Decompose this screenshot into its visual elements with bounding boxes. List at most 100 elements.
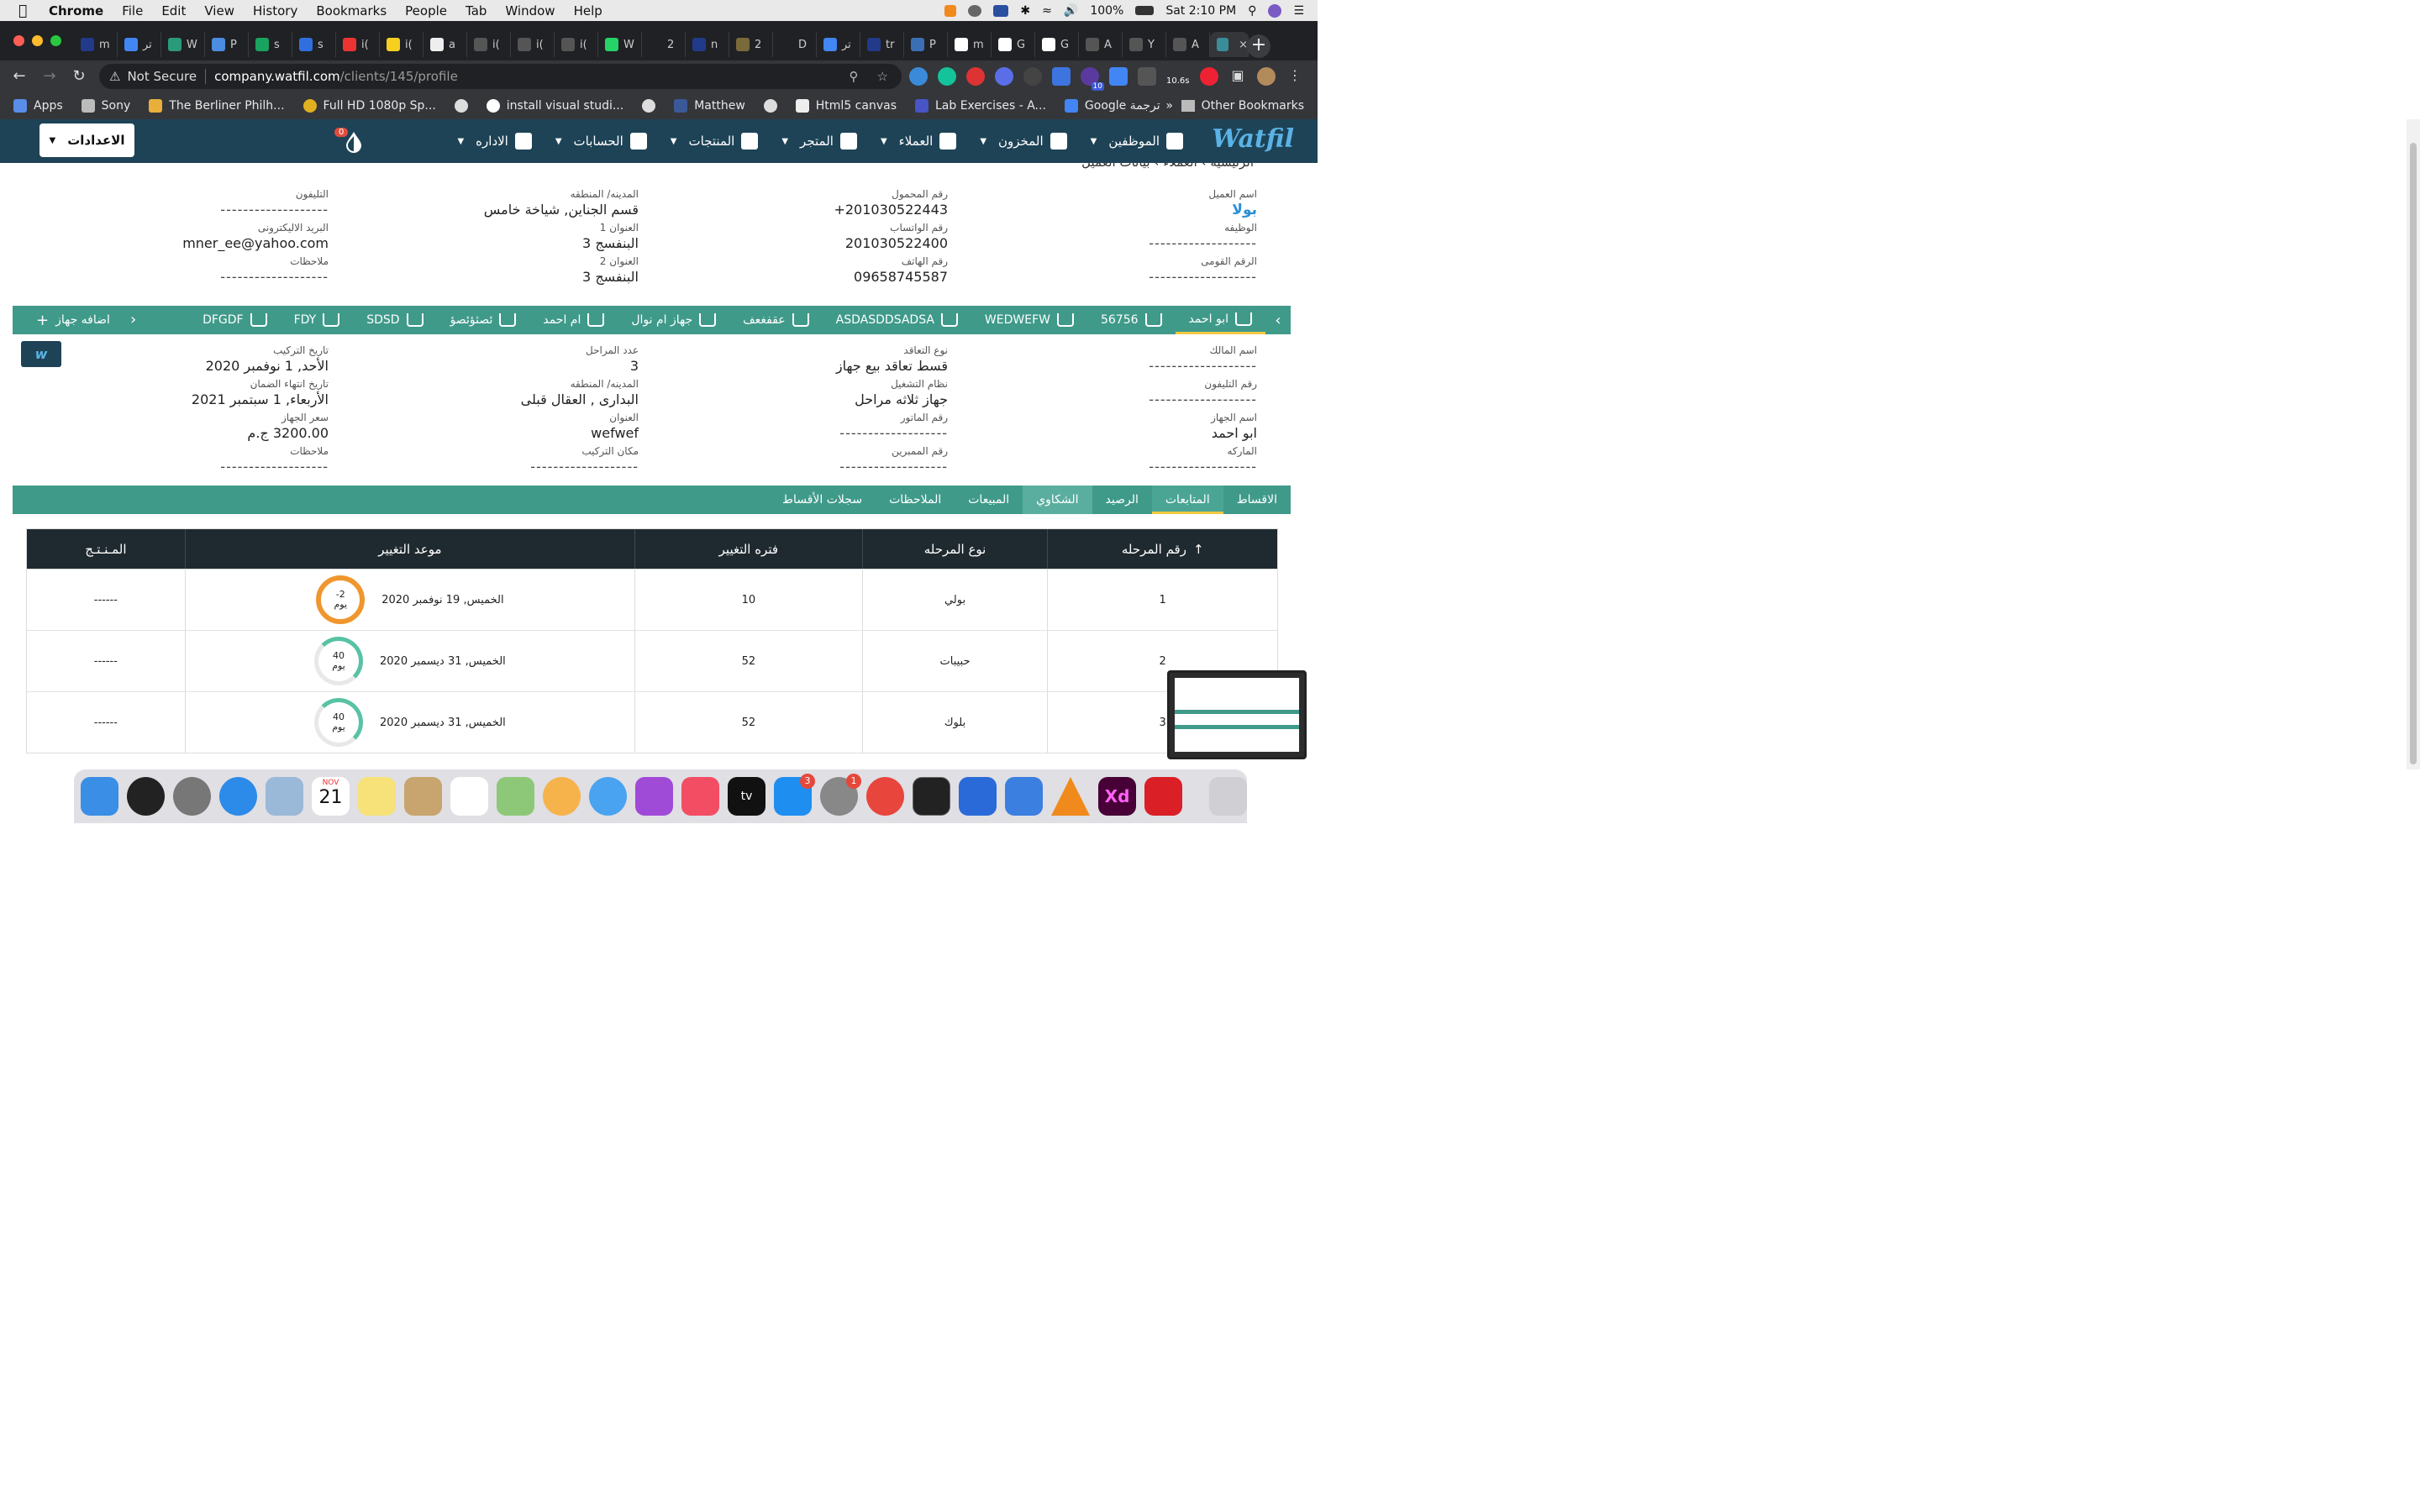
browser-tab[interactable]: m <box>948 32 992 57</box>
trash-icon[interactable] <box>1209 777 1248 816</box>
menu-edit[interactable]: Edit <box>161 3 186 18</box>
system-preferences-icon[interactable]: 1 <box>820 774 861 816</box>
creative-cloud-status-icon[interactable] <box>968 4 982 17</box>
browser-tab[interactable]: 2 <box>642 32 686 57</box>
tab-complaints[interactable]: الشكاوي <box>1023 486 1092 514</box>
device-tab[interactable]: ابو احمد <box>1175 306 1265 334</box>
record-icon[interactable] <box>1200 67 1218 86</box>
nav-employees[interactable]: الموظفين ▼ <box>1091 133 1183 150</box>
bookmark-install-vs[interactable]: install visual studi... <box>486 99 623 113</box>
other-bookmarks[interactable]: Other Bookmarks <box>1181 99 1304 113</box>
warning-icon[interactable]: ⚠ <box>109 69 120 84</box>
launchpad-icon[interactable] <box>173 777 211 816</box>
xcode-icon[interactable] <box>959 777 997 816</box>
chrome-icon[interactable] <box>866 777 904 816</box>
nav-accounts[interactable]: الحسابات ▼ <box>555 133 647 150</box>
browser-tab[interactable]: Y <box>1123 32 1166 57</box>
block-icon[interactable] <box>966 67 985 86</box>
xcode-tools-icon[interactable] <box>1005 777 1044 816</box>
extension-globe-icon[interactable] <box>909 67 928 86</box>
finder-icon[interactable] <box>81 777 118 816</box>
back-icon[interactable]: ← <box>10 67 29 86</box>
add-device-button[interactable]: اضافه جهاز + <box>36 306 110 334</box>
grammarly-icon[interactable] <box>938 67 956 86</box>
more-menu-icon[interactable]: ⋮ <box>1286 67 1304 86</box>
browser-tab[interactable]: i( <box>555 32 598 57</box>
nav-administration[interactable]: الاداره ▼ <box>457 133 532 150</box>
nav-clients[interactable]: العملاء ▼ <box>881 133 957 150</box>
bookmark-matthew[interactable]: Matthew <box>674 99 745 113</box>
user-avatar-icon[interactable] <box>1268 3 1282 18</box>
music-icon[interactable] <box>681 777 719 816</box>
browser-tab[interactable]: n <box>686 32 729 57</box>
bookmark-globe-2[interactable] <box>642 99 656 113</box>
column-stage-number[interactable]: ↑ رقم المرحله <box>1047 529 1277 569</box>
bookmark-star-icon[interactable]: ☆ <box>877 69 888 84</box>
extension-badge-icon[interactable]: 10 <box>1081 67 1104 91</box>
column-change-date[interactable]: موعد التغيير <box>184 529 634 569</box>
apple-tv-icon[interactable]: tv <box>728 777 765 816</box>
zoom-window-button[interactable] <box>50 35 61 46</box>
forward-icon[interactable]: → <box>40 67 59 86</box>
bookmark-globe-1[interactable] <box>454 99 468 113</box>
reload-icon[interactable]: ↻ <box>70 67 88 86</box>
podcasts-icon[interactable] <box>635 777 673 816</box>
creative-cloud-icon[interactable] <box>1144 777 1183 816</box>
browser-tab[interactable]: G <box>992 32 1035 57</box>
tab-installment-records[interactable]: سجلات الأقساط <box>769 486 876 514</box>
watfil-logo[interactable]: Watfil <box>1212 124 1294 154</box>
battery-icon[interactable] <box>1135 6 1155 15</box>
vlc-icon[interactable] <box>1051 777 1091 816</box>
menu-people[interactable]: People <box>405 3 447 18</box>
notes-icon[interactable] <box>358 777 396 816</box>
bookmark-lab[interactable]: Lab Exercises - A... <box>915 99 1046 113</box>
chevron-right-icon[interactable]: › <box>1265 312 1291 329</box>
table-row[interactable]: 1 بولي 10 الخميس, 19 نوفمبر 2020 -2 يوم -… <box>27 569 1277 630</box>
browser-tab[interactable]: 2 <box>729 32 773 57</box>
bluetooth-icon[interactable]: ✱ <box>1020 4 1030 18</box>
check-icon[interactable] <box>995 67 1013 86</box>
address-bar[interactable]: ⚠ Not Secure company.watfil.com/clients/… <box>99 64 902 89</box>
close-window-button[interactable] <box>13 35 24 46</box>
browser-tab[interactable]: i( <box>380 32 424 57</box>
wifi-icon[interactable]: ≈ <box>1042 4 1052 18</box>
zoom-icon[interactable]: ⚲ <box>850 69 859 84</box>
chevron-left-icon[interactable]: ‹ <box>130 311 136 328</box>
sort-arrow-icon[interactable]: ↑ <box>1193 542 1204 557</box>
menu-view[interactable]: View <box>204 3 234 18</box>
browser-tab[interactable]: A <box>1166 32 1210 57</box>
device-tab[interactable]: ام احمد <box>529 306 618 334</box>
puzzle-icon[interactable]: ▣ <box>1228 67 1247 86</box>
security-label[interactable]: Not Secure <box>127 69 197 84</box>
browser-tab[interactable]: W <box>598 32 642 57</box>
device-tab[interactable]: WEDWEFW <box>971 306 1087 334</box>
bracket-icon[interactable] <box>1052 67 1071 86</box>
settings-button[interactable]: الاعدادات ▼ <box>39 123 134 157</box>
tab-balance[interactable]: الرصيد <box>1092 486 1152 514</box>
siri-icon[interactable] <box>127 777 165 816</box>
column-product[interactable]: المـنـتـج <box>27 529 185 569</box>
pen-icon[interactable] <box>1023 67 1042 86</box>
more-bookmarks-icon[interactable]: » <box>1165 99 1173 113</box>
browser-tab[interactable]: G <box>1035 32 1079 57</box>
bookmark-berliner[interactable]: The Berliner Philh... <box>149 99 285 113</box>
device-tab[interactable]: ASDASDDSADSA <box>823 306 971 334</box>
messages-icon[interactable] <box>589 777 627 816</box>
profile-avatar[interactable] <box>1257 67 1276 86</box>
mail-icon[interactable] <box>266 777 303 816</box>
browser-tab[interactable]: × <box>1210 32 1249 57</box>
tab-installments[interactable]: الاقساط <box>1223 486 1291 514</box>
screenshot-preview-thumbnail[interactable] <box>1167 670 1307 759</box>
app-store-icon[interactable]: 3 <box>774 774 815 816</box>
column-stage-type[interactable]: نوع المرحله <box>861 529 1048 569</box>
browser-tab[interactable]: i( <box>467 32 511 57</box>
browser-tab[interactable]: a <box>424 32 467 57</box>
control-center-icon[interactable]: ☰ <box>1293 4 1304 18</box>
scrollbar-thumb[interactable] <box>2410 143 2417 764</box>
flag-icon[interactable] <box>993 4 1009 17</box>
translate-icon[interactable] <box>1109 67 1128 86</box>
menu-window[interactable]: Window <box>505 3 555 18</box>
bookmark-google-translate[interactable]: Google ترجمة <box>1064 99 1160 113</box>
device-tab[interactable]: 56756 <box>1087 306 1176 334</box>
menu-app-name[interactable]: Chrome <box>49 3 103 18</box>
